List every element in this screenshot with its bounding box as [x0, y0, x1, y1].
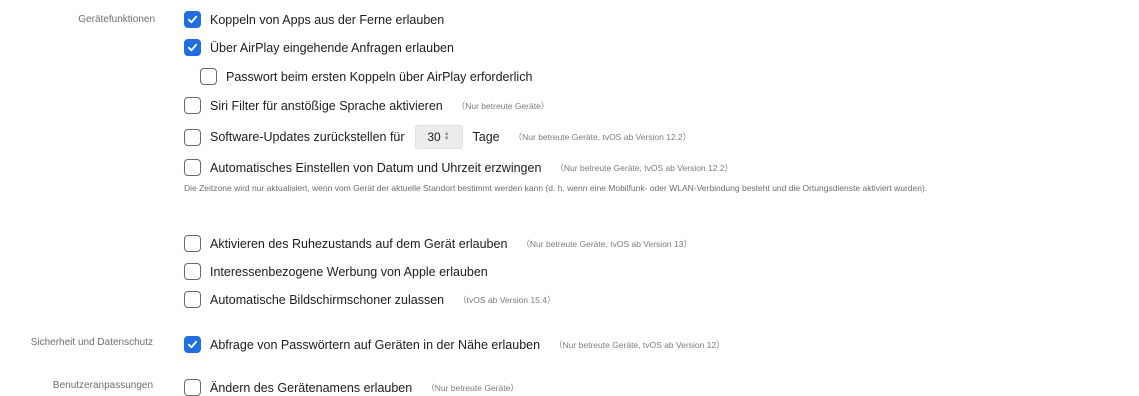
- setting-airplay-incoming: Über AirPlay eingehende Anfragen erlaube…: [184, 39, 454, 56]
- setting-label: Automatische Bildschirmschoner zulassen: [210, 292, 445, 307]
- setting-auto-datetime: Automatisches Einstellen von Datum und U…: [184, 159, 733, 176]
- deferral-days-value: 30: [427, 130, 441, 144]
- checkmark-icon: [187, 340, 198, 349]
- setting-device-name: Ändern des Gerätenamens erlauben （Nur be…: [184, 379, 519, 396]
- setting-note: （Nur betreute Geräte, tvOS ab Version 12…: [554, 339, 725, 350]
- password-request-checkbox[interactable]: [184, 336, 201, 353]
- airplay-password-checkbox[interactable]: [200, 68, 217, 85]
- setting-software-updates: Software-Updates zurückstellen für 30 ▲ ▼…: [184, 125, 691, 149]
- deferral-days-unit: Tage: [472, 130, 500, 144]
- section-label-security: Sicherheit und Datenschutz: [30, 337, 153, 348]
- software-updates-checkbox[interactable]: [184, 128, 201, 146]
- screensaver-checkbox[interactable]: [184, 291, 201, 308]
- siri-filter-checkbox[interactable]: [184, 97, 201, 114]
- setting-label: Abfrage von Passwörtern auf Geräten in d…: [210, 337, 541, 352]
- setting-label: Über AirPlay eingehende Anfragen erlaube…: [210, 40, 454, 55]
- setting-note: （Nur betreute Geräte, tvOS ab Version 12…: [555, 162, 734, 173]
- setting-password-request: Abfrage von Passwörtern auf Geräten in d…: [184, 336, 725, 353]
- setting-sleep-mode: Aktivieren des Ruhezustands auf dem Gerä…: [184, 235, 692, 252]
- setting-screensaver: Automatische Bildschirmschoner zulassen …: [184, 291, 555, 308]
- setting-label: Software-Updates zurückstellen für: [210, 130, 405, 144]
- setting-label: Koppeln von Apps aus der Ferne erlauben: [210, 12, 445, 27]
- stepper-arrows-icon[interactable]: ▲ ▼: [444, 131, 450, 142]
- airplay-incoming-checkbox[interactable]: [184, 39, 201, 56]
- sleep-mode-checkbox[interactable]: [184, 235, 201, 252]
- checkmark-icon: [187, 15, 198, 24]
- setting-siri-filter: Siri Filter für anstößige Sprache aktivi…: [184, 97, 549, 114]
- setting-note: （Nur betreute Geräte, tvOS ab Version 12…: [513, 132, 692, 142]
- remote-app-pairing-checkbox[interactable]: [184, 11, 201, 28]
- timezone-description: Die Zeitzone wird nur aktualisiert, wenn…: [184, 183, 928, 193]
- setting-label: Interessenbezogene Werbung von Apple erl…: [210, 264, 488, 279]
- setting-label: Passwort beim ersten Koppeln über AirPla…: [226, 69, 533, 84]
- setting-airplay-password: Passwort beim ersten Koppeln über AirPla…: [200, 68, 532, 85]
- section-label-user-customizations: Benutzeranpassungen: [52, 380, 153, 391]
- device-name-checkbox[interactable]: [184, 379, 201, 396]
- setting-note: （Nur betreute Geräte, tvOS ab Version 13…: [521, 238, 692, 249]
- ads-checkbox[interactable]: [184, 263, 201, 280]
- setting-label: Automatisches Einstellen von Datum und U…: [210, 160, 542, 175]
- setting-ads: Interessenbezogene Werbung von Apple erl…: [184, 263, 488, 280]
- deferral-days-stepper[interactable]: 30 ▲ ▼: [414, 125, 463, 149]
- setting-label: Siri Filter für anstößige Sprache aktivi…: [210, 98, 443, 113]
- setting-note: （Nur betreute Geräte）: [426, 382, 519, 393]
- checkmark-icon: [187, 43, 198, 52]
- setting-label: Aktivieren des Ruhezustands auf dem Gerä…: [210, 236, 508, 251]
- section-label-device-functions: Gerätefunktionen: [78, 14, 155, 25]
- auto-datetime-checkbox[interactable]: [184, 159, 201, 176]
- setting-note: （tvOS ab Version 15.4）: [458, 294, 556, 305]
- setting-label: Ändern des Gerätenamens erlauben: [210, 380, 413, 395]
- setting-remote-app-pairing: Koppeln von Apps aus der Ferne erlauben: [184, 11, 444, 28]
- setting-note: （Nur betreute Geräte）: [456, 100, 550, 111]
